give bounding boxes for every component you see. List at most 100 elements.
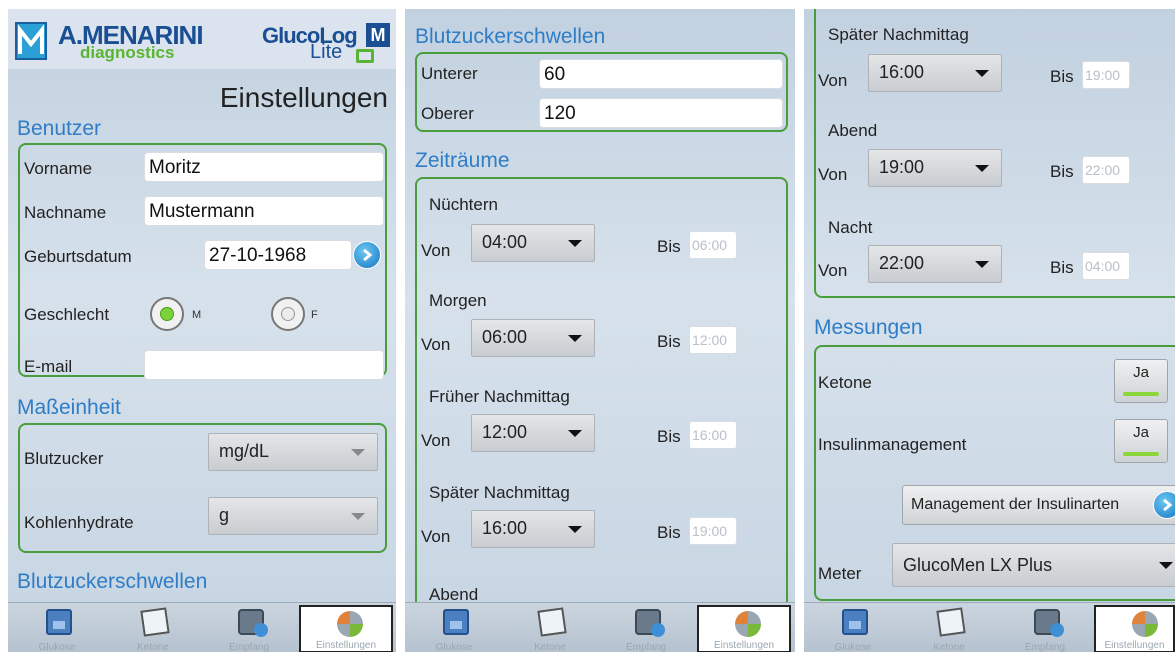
settings-gears-icon xyxy=(735,611,761,637)
date-picker-button[interactable] xyxy=(353,241,381,269)
page-title: Einstellungen xyxy=(219,82,388,113)
bis-field-spaeter-nachmittag: 19:00 xyxy=(1082,61,1130,89)
tab-label: Empfang xyxy=(625,642,667,652)
von-select-morgen[interactable]: 06:00 xyxy=(471,319,595,357)
toggle-indicator xyxy=(1123,392,1159,396)
panel-benutzer: Vorname Moritz Nachname Mustermann Gebur… xyxy=(18,143,387,380)
von-value: 22:00 xyxy=(879,253,925,273)
von-select-spaeter-nachmittag[interactable]: 16:00 xyxy=(471,510,595,548)
bis-field-abend: 22:00 xyxy=(1082,156,1130,184)
app-badge: M xyxy=(366,23,390,47)
meter-select[interactable]: GlucoMen LX Plus xyxy=(892,543,1175,587)
gender-m-label: M xyxy=(192,309,202,321)
period-name: Morgen xyxy=(429,291,487,310)
bis-field-nacht: 04:00 xyxy=(1082,252,1130,280)
tab-einstellungen[interactable]: Einstellungen xyxy=(299,605,393,652)
von-label: Von xyxy=(818,165,848,184)
period-name: Nüchtern xyxy=(429,195,498,214)
blutzucker-unit-select[interactable]: mg/dL xyxy=(208,433,378,471)
email-field[interactable] xyxy=(144,350,384,380)
bis-label: Bis xyxy=(1050,162,1074,181)
ketone-toggle[interactable]: Ja xyxy=(1114,359,1168,403)
gender-f-radio[interactable] xyxy=(271,297,305,331)
bis-label: Bis xyxy=(657,427,681,446)
geburtsdatum-field[interactable]: 27-10-1968 xyxy=(204,240,352,270)
toggle-label: Ja xyxy=(1133,424,1149,441)
settings-screen-measurements: Später Nachmittag Von 16:00 Bis 19:00 Ab… xyxy=(804,9,1175,652)
settings-gears-icon xyxy=(337,611,363,637)
vorname-label: Vorname xyxy=(24,159,93,178)
lite-chat-icon xyxy=(356,49,374,63)
tab-label: Einstellungen xyxy=(713,640,775,651)
von-select-abend[interactable]: 19:00 xyxy=(868,149,1002,187)
app-edition: Lite xyxy=(310,41,343,63)
geschlecht-label: Geschlecht xyxy=(24,305,110,324)
panel-zeitraeume: Nüchtern Von 04:00 Bis 06:00 Morgen Von … xyxy=(415,177,788,617)
dropdown-arrow-icon xyxy=(975,261,989,268)
tab-label: Einstellungen xyxy=(315,640,377,651)
tab-label: Einstellungen xyxy=(1104,640,1165,651)
section-masseinheit: Maßeinheit xyxy=(17,396,121,419)
von-select-spaeter-nachmittag[interactable]: 16:00 xyxy=(868,54,1002,92)
bis-field-frueher-nachmittag: 16:00 xyxy=(689,421,737,449)
tab-empfang[interactable]: Empfang xyxy=(599,605,693,652)
insulin-toggle[interactable]: Ja xyxy=(1114,419,1168,463)
meter-receive-icon xyxy=(635,609,665,637)
tab-label: Ketone xyxy=(534,642,566,652)
tab-ketone[interactable]: Ketone xyxy=(902,605,996,652)
geburtsdatum-label: Geburtsdatum xyxy=(24,247,132,266)
von-select-frueher-nachmittag[interactable]: 12:00 xyxy=(471,414,595,452)
section-blutzuckerschwellen: Blutzuckerschwellen xyxy=(415,25,606,48)
insulinarten-button-label: Management der Insulinarten xyxy=(911,496,1120,513)
tab-einstellungen[interactable]: Einstellungen xyxy=(697,605,791,652)
menarini-logo-icon xyxy=(15,22,47,60)
brand-division: diagnostics xyxy=(80,43,175,62)
blutzucker-label: Blutzucker xyxy=(24,449,104,468)
oberer-field[interactable]: 120 xyxy=(539,98,783,128)
tab-empfang[interactable]: Empfang xyxy=(202,605,296,652)
unterer-field[interactable]: 60 xyxy=(539,59,783,89)
von-label: Von xyxy=(818,261,848,280)
tab-glukose[interactable]: Glukose xyxy=(806,605,900,652)
bottom-tab-bar: Glukose Ketone Empfang Einstellungen xyxy=(8,602,396,652)
bis-field-spaeter-nachmittag: 19:00 xyxy=(689,517,737,545)
tab-ketone[interactable]: Ketone xyxy=(106,605,200,652)
bis-field-nuechtern: 06:00 xyxy=(689,231,737,259)
dropdown-arrow-icon xyxy=(1159,562,1173,569)
nachname-field[interactable]: Mustermann xyxy=(144,196,384,226)
tab-label: Glukose xyxy=(834,642,872,652)
von-label: Von xyxy=(818,71,848,90)
calendar-icon xyxy=(842,609,868,635)
bis-label: Bis xyxy=(1050,67,1074,86)
bis-label: Bis xyxy=(657,523,681,542)
vorname-field[interactable]: Moritz xyxy=(144,152,384,182)
dropdown-arrow-icon xyxy=(351,513,365,520)
von-select-nuechtern[interactable]: 04:00 xyxy=(471,224,595,262)
tab-ketone[interactable]: Ketone xyxy=(503,605,597,652)
period-name: Früher Nachmittag xyxy=(429,387,570,406)
blutzucker-unit-value: mg/dL xyxy=(219,441,270,461)
tab-glukose[interactable]: Glukose xyxy=(10,605,104,652)
gender-m-radio[interactable] xyxy=(150,297,184,331)
meter-receive-icon xyxy=(1034,609,1064,637)
meter-receive-icon xyxy=(238,609,268,637)
von-value: 06:00 xyxy=(482,327,528,347)
section-messungen: Messungen xyxy=(814,316,923,339)
meter-value: GlucoMen LX Plus xyxy=(903,555,1053,575)
von-select-nacht[interactable]: 22:00 xyxy=(868,245,1002,283)
tab-glukose[interactable]: Glukose xyxy=(407,605,501,652)
screenshot-collage: A.MENARINI diagnostics GlucoLog M Lite E… xyxy=(0,0,1175,652)
von-label: Von xyxy=(421,431,451,450)
section-benutzer: Benutzer xyxy=(17,117,102,140)
tab-einstellungen[interactable]: Einstellungen xyxy=(1094,605,1175,652)
toggle-label: Ja xyxy=(1133,364,1149,381)
kohlenhydrate-unit-select[interactable]: g xyxy=(208,497,378,535)
toggle-indicator xyxy=(1123,452,1159,456)
insulinarten-button[interactable]: Management der Insulinarten xyxy=(902,485,1175,525)
von-value: 16:00 xyxy=(879,62,925,82)
von-label: Von xyxy=(421,335,451,354)
von-value: 19:00 xyxy=(879,157,925,177)
dropdown-arrow-icon xyxy=(568,430,582,437)
calendar-icon xyxy=(443,609,469,635)
tab-empfang[interactable]: Empfang xyxy=(998,605,1092,652)
